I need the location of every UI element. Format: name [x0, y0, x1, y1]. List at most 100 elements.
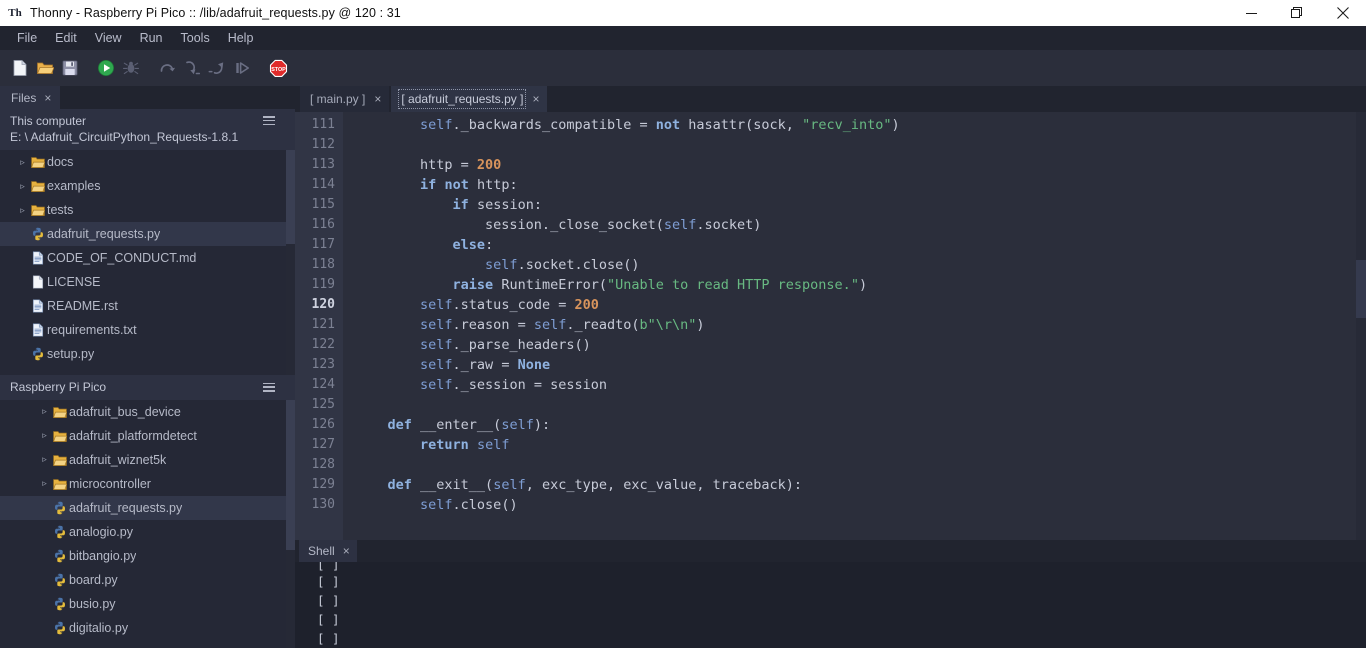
- chevron-right-icon[interactable]: ▹: [38, 478, 51, 489]
- code-line[interactable]: self._backwards_compatible = not hasattr…: [355, 115, 1366, 135]
- tab-files[interactable]: Files ×: [0, 86, 61, 109]
- tree-row[interactable]: LICENSE: [0, 270, 295, 294]
- tab-main-py-close-icon[interactable]: ×: [374, 93, 381, 105]
- tree-row[interactable]: README.rst: [0, 294, 295, 318]
- chevron-right-icon[interactable]: ▹: [16, 181, 29, 192]
- tree-row[interactable]: setup.py: [0, 342, 295, 366]
- tree-row[interactable]: busio.py: [0, 592, 295, 616]
- code-line[interactable]: if not http:: [355, 175, 1366, 195]
- computer-file-tree[interactable]: ▹ docs ▹ examples ▹ tests adafruit_requests.py…: [0, 150, 295, 375]
- tree-row[interactable]: bitbangio.py: [0, 544, 295, 568]
- code-token-self: self: [533, 317, 567, 333]
- computer-tree-scrollbar[interactable]: [286, 150, 295, 375]
- code-line[interactable]: return self: [355, 435, 1366, 455]
- code-line[interactable]: if session:: [355, 195, 1366, 215]
- code-editor[interactable]: 111 112 113 114 115 116 117 118 119 120 121 122 123 1…: [295, 112, 1366, 540]
- code-line[interactable]: def __exit__(self, exc_type, exc_value, …: [355, 475, 1366, 495]
- code-text[interactable]: self._backwards_compatible = not hasattr…: [343, 112, 1366, 540]
- code-line[interactable]: [355, 135, 1366, 155]
- code-token-plain: http:: [468, 177, 518, 193]
- tree-row[interactable]: ▹ docs: [0, 150, 295, 174]
- debug-icon[interactable]: [120, 57, 142, 79]
- code-line[interactable]: self.socket.close(): [355, 255, 1366, 275]
- save-file-icon[interactable]: [59, 57, 81, 79]
- tree-row[interactable]: ▹ examples: [0, 174, 295, 198]
- tab-main-py[interactable]: [ main.py ] ×: [300, 86, 390, 112]
- line-number: 124: [311, 377, 335, 392]
- hamburger-icon[interactable]: [263, 382, 275, 392]
- resume-icon[interactable]: [231, 57, 253, 79]
- code-line[interactable]: [355, 455, 1366, 475]
- menu-run[interactable]: Run: [131, 28, 172, 48]
- tab-shell-close-icon[interactable]: ×: [343, 545, 350, 557]
- minimize-icon[interactable]: [1228, 0, 1274, 26]
- tree-row[interactable]: ▹ adafruit_wiznet5k: [0, 448, 295, 472]
- code-line[interactable]: self._session = session: [355, 375, 1366, 395]
- chevron-right-icon[interactable]: ▹: [16, 205, 29, 216]
- open-file-icon[interactable]: [34, 57, 56, 79]
- tree-row[interactable]: board.py: [0, 568, 295, 592]
- hamburger-icon[interactable]: [263, 116, 275, 125]
- run-icon[interactable]: [95, 57, 117, 79]
- close-icon[interactable]: [1320, 0, 1366, 26]
- tab-adafruit-requests-py-close-icon[interactable]: ×: [532, 93, 539, 105]
- menu-tools[interactable]: Tools: [172, 28, 219, 48]
- tree-row[interactable]: analogio.py: [0, 520, 295, 544]
- step-into-icon[interactable]: [181, 57, 203, 79]
- code-token-kw: def: [387, 477, 412, 493]
- tree-row[interactable]: ▹ microcontroller: [0, 472, 295, 496]
- code-line[interactable]: http = 200: [355, 155, 1366, 175]
- chevron-right-icon[interactable]: ▹: [38, 430, 51, 441]
- menu-edit[interactable]: Edit: [46, 28, 86, 48]
- code-line[interactable]: self.reason = self._readto(b"\r\n"): [355, 315, 1366, 335]
- line-number: 129: [311, 477, 335, 492]
- device-tree-scrollbar[interactable]: [286, 399, 295, 648]
- code-token-plain: ):: [533, 417, 551, 433]
- code-line[interactable]: self.close(): [355, 495, 1366, 515]
- code-line[interactable]: raise RuntimeError("Unable to read HTTP …: [355, 275, 1366, 295]
- tree-row[interactable]: ▹ adafruit_platformdetect: [0, 424, 295, 448]
- chevron-right-icon[interactable]: ▹: [38, 454, 51, 465]
- chevron-right-icon[interactable]: ▹: [38, 406, 51, 417]
- editor-area: [ main.py ] × [ adafruit_requests.py ] ×…: [295, 86, 1366, 648]
- code-line[interactable]: self.status_code = 200: [355, 295, 1366, 315]
- menu-file[interactable]: File: [8, 28, 46, 48]
- line-number: 112: [311, 137, 335, 152]
- shell-line: [ ]: [317, 612, 340, 627]
- editor-vertical-scrollbar[interactable]: [1356, 112, 1366, 540]
- tree-row[interactable]: adafruit_requests.py: [0, 495, 295, 520]
- code-line[interactable]: [355, 395, 1366, 415]
- new-file-icon[interactable]: [9, 57, 31, 79]
- code-line[interactable]: self._raw = None: [355, 355, 1366, 375]
- python-file-icon: [51, 525, 69, 539]
- step-out-icon[interactable]: [206, 57, 228, 79]
- line-number: 111: [311, 117, 335, 132]
- stop-icon[interactable]: STOP: [267, 57, 289, 79]
- chevron-right-icon[interactable]: ▹: [16, 157, 29, 168]
- line-number-gutter: 111 112 113 114 115 116 117 118 119 120 121 122 123 1…: [295, 112, 343, 540]
- code-token-plain: .socket.close(): [517, 257, 640, 273]
- tree-row-label: adafruit_requests.py: [47, 227, 161, 241]
- tab-files-close-icon[interactable]: ×: [44, 92, 51, 104]
- code-line[interactable]: else:: [355, 235, 1366, 255]
- tab-adafruit-requests-py-label: [ adafruit_requests.py ]: [398, 89, 527, 109]
- tree-row[interactable]: adafruit_requests.py: [0, 222, 295, 246]
- tree-row[interactable]: digitalio.py: [0, 616, 295, 640]
- code-token-plain: ): [891, 117, 900, 133]
- menu-help[interactable]: Help: [219, 28, 263, 48]
- menu-view[interactable]: View: [86, 28, 131, 48]
- code-line[interactable]: session._close_socket(self.socket): [355, 215, 1366, 235]
- tree-row[interactable]: ▹ adafruit_bus_device: [0, 400, 295, 424]
- tab-adafruit-requests-py[interactable]: [ adafruit_requests.py ] ×: [391, 86, 548, 112]
- tree-row[interactable]: CODE_OF_CONDUCT.md: [0, 246, 295, 270]
- tree-row[interactable]: ▹ tests: [0, 198, 295, 222]
- step-over-icon[interactable]: [156, 57, 178, 79]
- tree-row[interactable]: requirements.txt: [0, 318, 295, 342]
- shell-output[interactable]: [ ][ ][ ][ ][ ][ ]: [295, 562, 1366, 648]
- device-file-tree[interactable]: ▹ adafruit_bus_device ▹ adafruit_platformde…: [0, 399, 295, 648]
- code-token-self: self: [420, 497, 453, 513]
- tab-shell[interactable]: Shell ×: [299, 540, 357, 562]
- code-line[interactable]: self._parse_headers(): [355, 335, 1366, 355]
- maximize-icon[interactable]: [1274, 0, 1320, 26]
- code-line[interactable]: def __enter__(self):: [355, 415, 1366, 435]
